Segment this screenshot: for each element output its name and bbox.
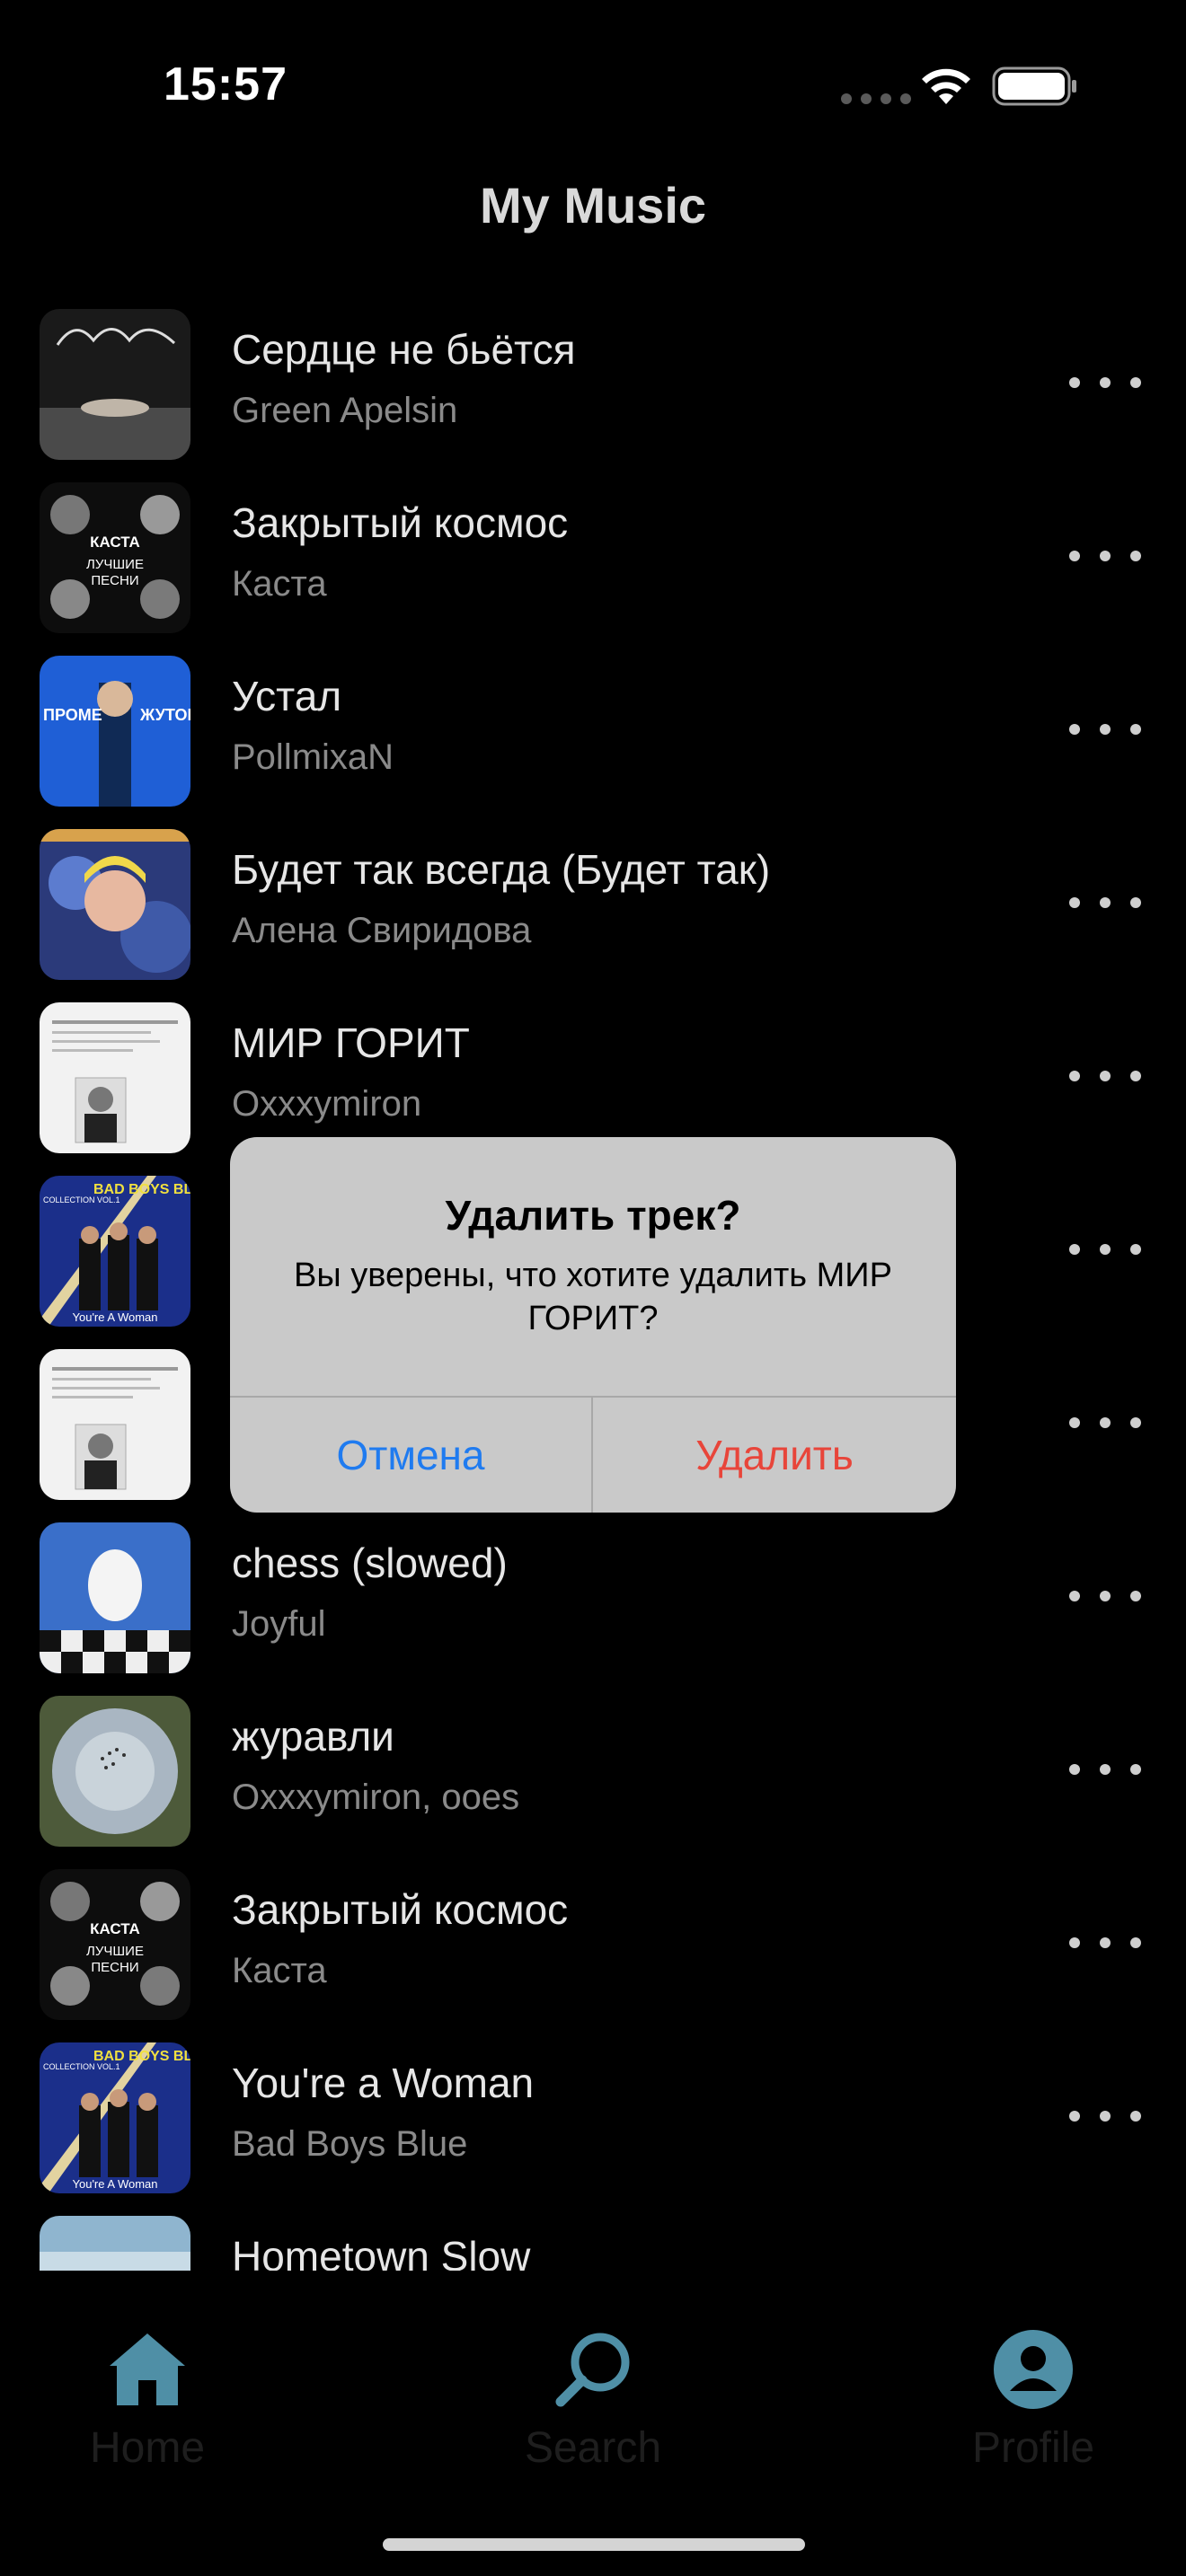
- tab-profile-label: Profile: [971, 2424, 1095, 2472]
- album-cover: [40, 2216, 190, 2271]
- tab-search-label: Search: [524, 2424, 662, 2472]
- album-cover: [40, 1696, 190, 1847]
- track-artist: Каста: [232, 1951, 327, 1990]
- alert-title: Удалить трек?: [445, 1192, 741, 1239]
- tab-bar: Home Search Profile: [0, 2271, 1186, 2576]
- track-artist: Joyful: [232, 1604, 326, 1644]
- album-cover: [40, 829, 190, 980]
- album-cover: КАСТА ЛУЧШИЕ ПЕСНИ: [40, 1869, 190, 2020]
- album-cover: BAD BOYS BLUE COLLECTION VOL.1 You're A …: [40, 2042, 190, 2193]
- track-artist: Oxxxymiron: [232, 1084, 422, 1124]
- svg-text:COLLECTION VOL.1: COLLECTION VOL.1: [43, 2062, 120, 2071]
- track-artist: Oxxxymiron, ooes: [232, 1778, 520, 1817]
- more-options-button[interactable]: [1069, 2098, 1141, 2134]
- svg-text:You're A Woman: You're A Woman: [73, 2177, 158, 2191]
- more-options-button[interactable]: [1069, 1925, 1141, 1961]
- more-options-button[interactable]: [1069, 1231, 1141, 1267]
- svg-text:ЛУЧШИЕ: ЛУЧШИЕ: [86, 557, 144, 572]
- more-options-button[interactable]: [1069, 1405, 1141, 1441]
- track-artist: Bad Boys Blue: [232, 2124, 468, 2164]
- more-options-button[interactable]: [1069, 711, 1141, 747]
- album-cover: ПРОМЕ ЖУТОК: [40, 656, 190, 807]
- status-time: 15:57: [164, 58, 288, 110]
- track-row[interactable]: журавли Oxxxymiron, ooes: [0, 1692, 1186, 1866]
- tab-profile[interactable]: Profile: [898, 2271, 1168, 2486]
- alert-message: Вы уверены, что хотите удалить МИР ГОРИТ…: [294, 1257, 892, 1337]
- track-title: chess (slowed): [232, 1539, 508, 1586]
- track-row[interactable]: BAD BOYS BLUE COLLECTION VOL.1 You're A …: [0, 2039, 1186, 2212]
- tab-search[interactable]: Search: [458, 2271, 728, 2486]
- more-options-button[interactable]: [1069, 1751, 1141, 1787]
- more-options-button[interactable]: [1069, 538, 1141, 574]
- more-options-button[interactable]: [1069, 365, 1141, 401]
- more-options-button[interactable]: [1069, 1578, 1141, 1614]
- svg-text:COLLECTION VOL.1: COLLECTION VOL.1: [43, 1195, 120, 1204]
- svg-text:ЖУТОК: ЖУТОК: [139, 706, 190, 724]
- album-cover: [40, 1522, 190, 1673]
- track-artist: PollmixaN: [232, 737, 394, 777]
- profile-icon: [994, 2330, 1073, 2409]
- track-row[interactable]: КАСТА ЛУЧШИЕ ПЕСНИ Закрытый космос Каста: [0, 479, 1186, 652]
- svg-text:ПЕСНИ: ПЕСНИ: [91, 573, 138, 588]
- album-cover: КАСТА ЛУЧШИЕ ПЕСНИ: [40, 482, 190, 633]
- track-title: Закрытый космос: [232, 1886, 569, 1933]
- track-row[interactable]: Сердце не бьётся Green Apelsin: [0, 305, 1186, 479]
- track-title: Будет так всегда (Будет так): [232, 846, 771, 893]
- track-row[interactable]: chess (slowed) Joyful: [0, 1519, 1186, 1692]
- track-artist: Green Apelsin: [232, 391, 458, 430]
- album-cover: [40, 1349, 190, 1500]
- svg-text:КАСТА: КАСТА: [90, 534, 140, 551]
- delete-track-alert: Удалить трек? Вы уверены, что хотите уда…: [230, 1137, 956, 1513]
- album-cover: [40, 1002, 190, 1153]
- album-cover: [40, 309, 190, 460]
- track-title: Сердце не бьётся: [232, 326, 576, 373]
- wifi-icon: [922, 68, 970, 104]
- svg-text:ЛУЧШИЕ: ЛУЧШИЕ: [86, 1944, 144, 1959]
- track-title: Устал: [232, 673, 342, 719]
- track-artist: Каста: [232, 564, 327, 604]
- track-title: Закрытый космос: [232, 499, 569, 546]
- tab-home-label: Home: [89, 2424, 206, 2472]
- track-artist: Алена Свиридова: [232, 911, 532, 950]
- track-title: You're a Woman: [232, 2060, 535, 2106]
- svg-text:ПРОМЕ: ПРОМЕ: [43, 706, 102, 724]
- track-title: МИР ГОРИТ: [232, 1019, 470, 1066]
- track-row[interactable]: Будет так всегда (Будет так) Алена Свири…: [0, 825, 1186, 999]
- page-title: My Music: [479, 177, 707, 234]
- cancel-button[interactable]: Отмена: [230, 1398, 591, 1513]
- album-cover: BAD BOYS BLUE COLLECTION VOL.1 You're A …: [40, 1176, 190, 1327]
- more-options-button[interactable]: [1069, 885, 1141, 921]
- svg-text:ПЕСНИ: ПЕСНИ: [91, 1960, 138, 1975]
- track-title: Hometown Slow: [232, 2233, 531, 2271]
- track-row[interactable]: Hometown Slow: [0, 2212, 1186, 2271]
- svg-text:КАСТА: КАСТА: [90, 1920, 140, 1937]
- home-icon: [110, 2333, 185, 2405]
- track-title: журавли: [232, 1713, 394, 1760]
- battery-icon: [992, 66, 1076, 106]
- status-bar: 15:57: [0, 0, 1186, 171]
- cellular-signal-icon: [841, 93, 911, 104]
- track-row[interactable]: ПРОМЕ ЖУТОК Устал PollmixaN: [0, 652, 1186, 825]
- track-row[interactable]: КАСТА ЛУЧШИЕ ПЕСНИ Закрытый космос Каста: [0, 1866, 1186, 2039]
- more-options-button[interactable]: [1069, 1058, 1141, 1094]
- svg-text:You're A Woman: You're A Woman: [73, 1310, 158, 1324]
- tab-home[interactable]: Home: [13, 2271, 282, 2486]
- home-indicator: [383, 2538, 805, 2551]
- delete-button[interactable]: Удалить: [593, 1398, 956, 1513]
- search-icon: [555, 2333, 630, 2407]
